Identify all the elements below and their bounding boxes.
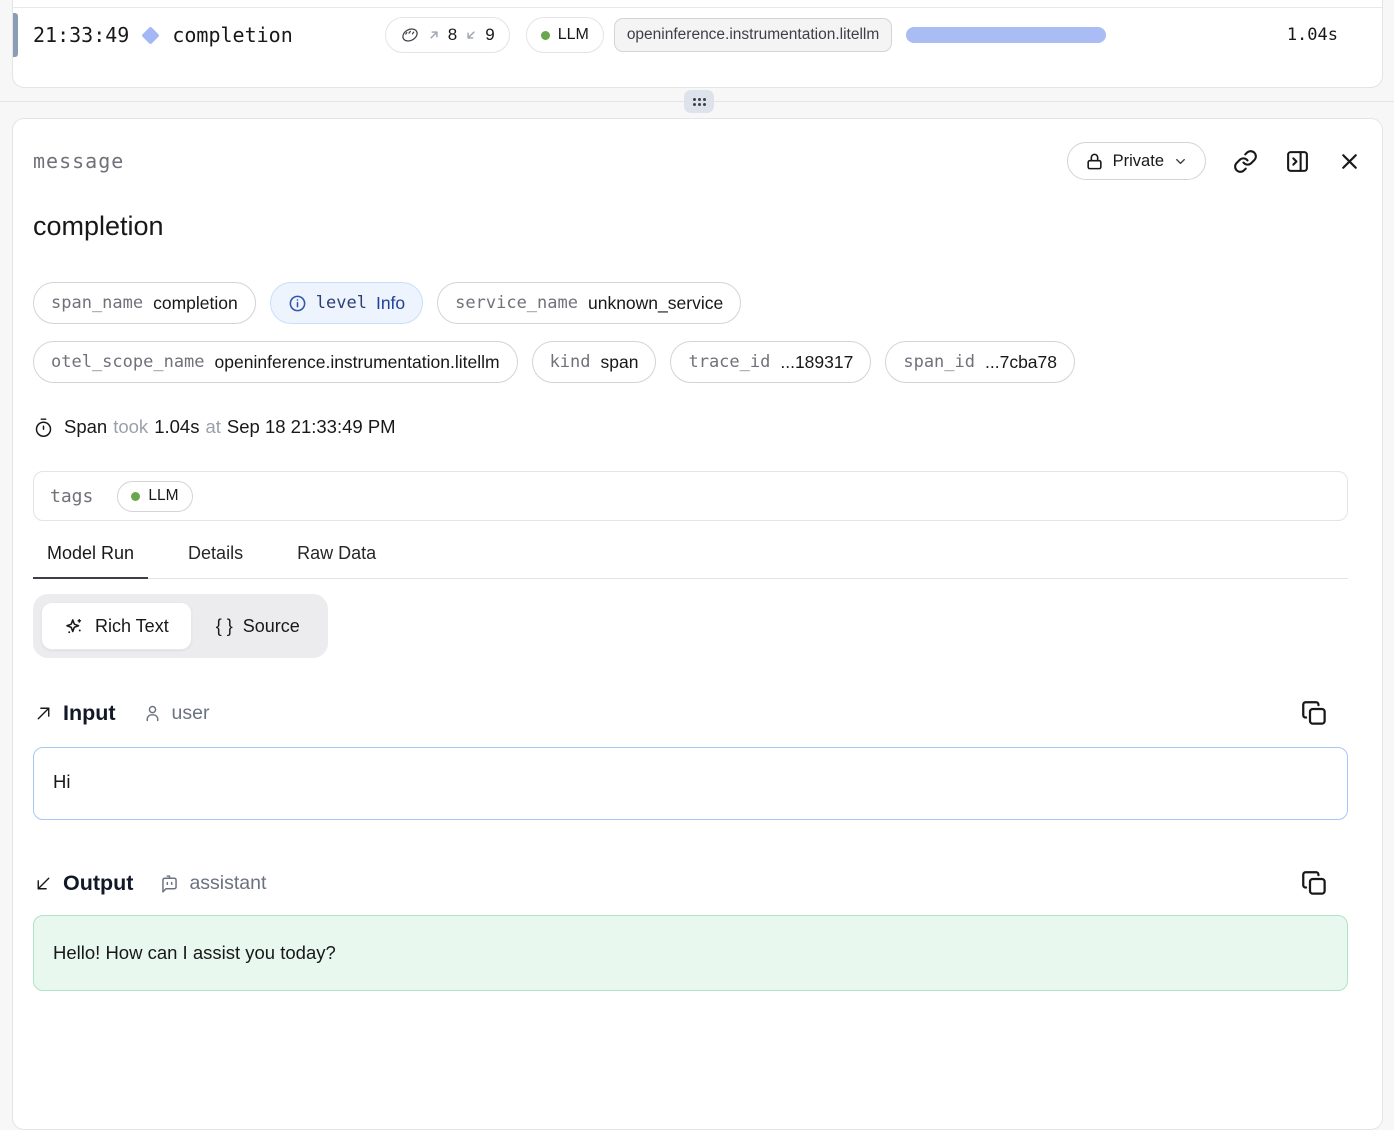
badge-value: openinference.instrumentation.litellm <box>215 352 500 373</box>
chevron-down-icon <box>1173 154 1188 169</box>
tab-raw-data[interactable]: Raw Data <box>283 543 390 578</box>
latency-bar <box>906 27 1106 43</box>
badge-key: service_name <box>455 293 578 313</box>
arrow-down-left-icon <box>464 28 478 42</box>
otel-scope-chip: openinference.instrumentation.litellm <box>614 18 892 52</box>
span-type-diamond-icon <box>142 26 160 44</box>
robot-icon <box>159 873 180 894</box>
attribute-badges: span_name completion level Info service_… <box>33 282 1193 383</box>
green-dot-icon <box>131 492 140 501</box>
rich-text-label: Rich Text <box>95 616 169 637</box>
view-mode-toggle: Rich Text { } Source <box>33 594 328 658</box>
green-dot-icon <box>541 31 550 40</box>
tab-model-run[interactable]: Model Run <box>33 543 148 578</box>
badge-span-name: span_name completion <box>33 282 256 324</box>
previous-row-partial <box>13 0 1382 8</box>
timing-duration: 1.04s <box>154 416 199 438</box>
link-icon <box>1233 149 1258 174</box>
tags-container[interactable]: tags LLM <box>33 471 1348 521</box>
tab-details[interactable]: Details <box>174 543 257 578</box>
badge-value: completion <box>153 293 238 314</box>
output-section-header: Output assistant <box>33 870 1328 897</box>
span-row-completion[interactable]: 21:33:49 completion 8 9 <box>13 8 1382 62</box>
trace-list-card: 21:33:49 completion 8 9 <box>12 0 1383 88</box>
output-content-box[interactable]: Hello! How can I assist you today? <box>33 915 1348 991</box>
badge-value: ...7cba78 <box>985 352 1057 373</box>
close-icon <box>1337 149 1362 174</box>
badge-key: span_name <box>51 293 143 313</box>
llm-tag-badge: LLM <box>526 17 604 53</box>
coin-icon <box>400 25 420 45</box>
span-name-label: completion <box>172 23 292 47</box>
badge-key: level <box>316 293 367 313</box>
timing-took-word: took <box>113 416 148 438</box>
badge-key: trace_id <box>688 352 770 372</box>
output-token-count: 9 <box>485 25 494 45</box>
braces-icon: { } <box>216 616 233 637</box>
output-role-label: assistant <box>189 872 266 895</box>
tags-label: tags <box>50 486 93 507</box>
observation-type-label: message <box>33 149 1067 173</box>
badge-value: span <box>601 352 639 373</box>
timing-timestamp: Sep 18 21:33:49 PM <box>227 416 396 438</box>
badge-trace-id[interactable]: trace_id ...189317 <box>670 341 871 383</box>
tag-pill-llm[interactable]: LLM <box>117 481 192 512</box>
arrow-up-right-icon <box>427 28 441 42</box>
input-content: Hi <box>53 771 70 792</box>
badge-key: kind <box>550 352 591 372</box>
token-count-badge: 8 9 <box>385 17 510 53</box>
source-label: Source <box>243 616 300 637</box>
panel-right-icon <box>1285 149 1310 174</box>
selected-row-indicator <box>13 13 18 57</box>
span-detail-panel: message Private <box>12 118 1383 1130</box>
badge-service-name: service_name unknown_service <box>437 282 741 324</box>
rich-text-toggle[interactable]: Rich Text <box>41 602 192 650</box>
input-token-count: 8 <box>448 25 457 45</box>
copy-icon <box>1301 700 1328 727</box>
badge-span-id[interactable]: span_id ...7cba78 <box>885 341 1075 383</box>
copy-output-button[interactable] <box>1301 870 1328 897</box>
copy-icon <box>1301 870 1328 897</box>
arrow-up-right-icon <box>33 703 54 724</box>
output-content: Hello! How can I assist you today? <box>53 942 336 963</box>
open-side-panel-button[interactable] <box>1285 149 1310 174</box>
input-section-header: Input user <box>33 700 1328 727</box>
grip-dots-icon <box>693 98 706 106</box>
page-title: completion <box>33 211 1362 242</box>
timing-at-word: at <box>205 416 220 438</box>
llm-tag-label: LLM <box>558 26 589 44</box>
drag-handle[interactable] <box>684 90 714 113</box>
badge-value: ...189317 <box>780 352 853 373</box>
span-timing-line: Span took 1.04s at Sep 18 21:33:49 PM <box>33 416 1362 438</box>
badge-key: otel_scope_name <box>51 352 205 372</box>
detail-tabs: Model Run Details Raw Data <box>33 543 1348 579</box>
badge-kind: kind span <box>532 341 657 383</box>
arrow-down-left-icon <box>33 873 54 894</box>
badge-key: span_id <box>903 352 975 372</box>
copy-link-button[interactable] <box>1233 149 1258 174</box>
output-section-title: Output <box>63 871 133 896</box>
privacy-dropdown-button[interactable]: Private <box>1067 142 1206 180</box>
badge-otel-scope-name: otel_scope_name openinference.instrument… <box>33 341 518 383</box>
source-toggle[interactable]: { } Source <box>196 602 320 650</box>
sparkles-icon <box>64 616 85 637</box>
panel-header: message Private <box>33 141 1362 181</box>
input-content-box[interactable]: Hi <box>33 747 1348 820</box>
info-icon <box>288 294 307 313</box>
span-duration: 1.04s <box>1287 25 1338 45</box>
badge-level: level Info <box>270 282 423 324</box>
lock-icon <box>1085 152 1104 171</box>
span-start-time: 21:33:49 <box>33 23 129 47</box>
tag-label: LLM <box>148 487 178 505</box>
copy-input-button[interactable] <box>1301 700 1328 727</box>
input-role-label: user <box>172 702 210 725</box>
user-icon <box>142 703 163 724</box>
stopwatch-icon <box>33 417 54 438</box>
close-panel-button[interactable] <box>1337 149 1362 174</box>
input-section-title: Input <box>63 701 116 726</box>
badge-value: Info <box>376 293 405 314</box>
badge-value: unknown_service <box>588 293 723 314</box>
privacy-label: Private <box>1113 152 1164 171</box>
timing-prefix: Span <box>64 416 107 438</box>
